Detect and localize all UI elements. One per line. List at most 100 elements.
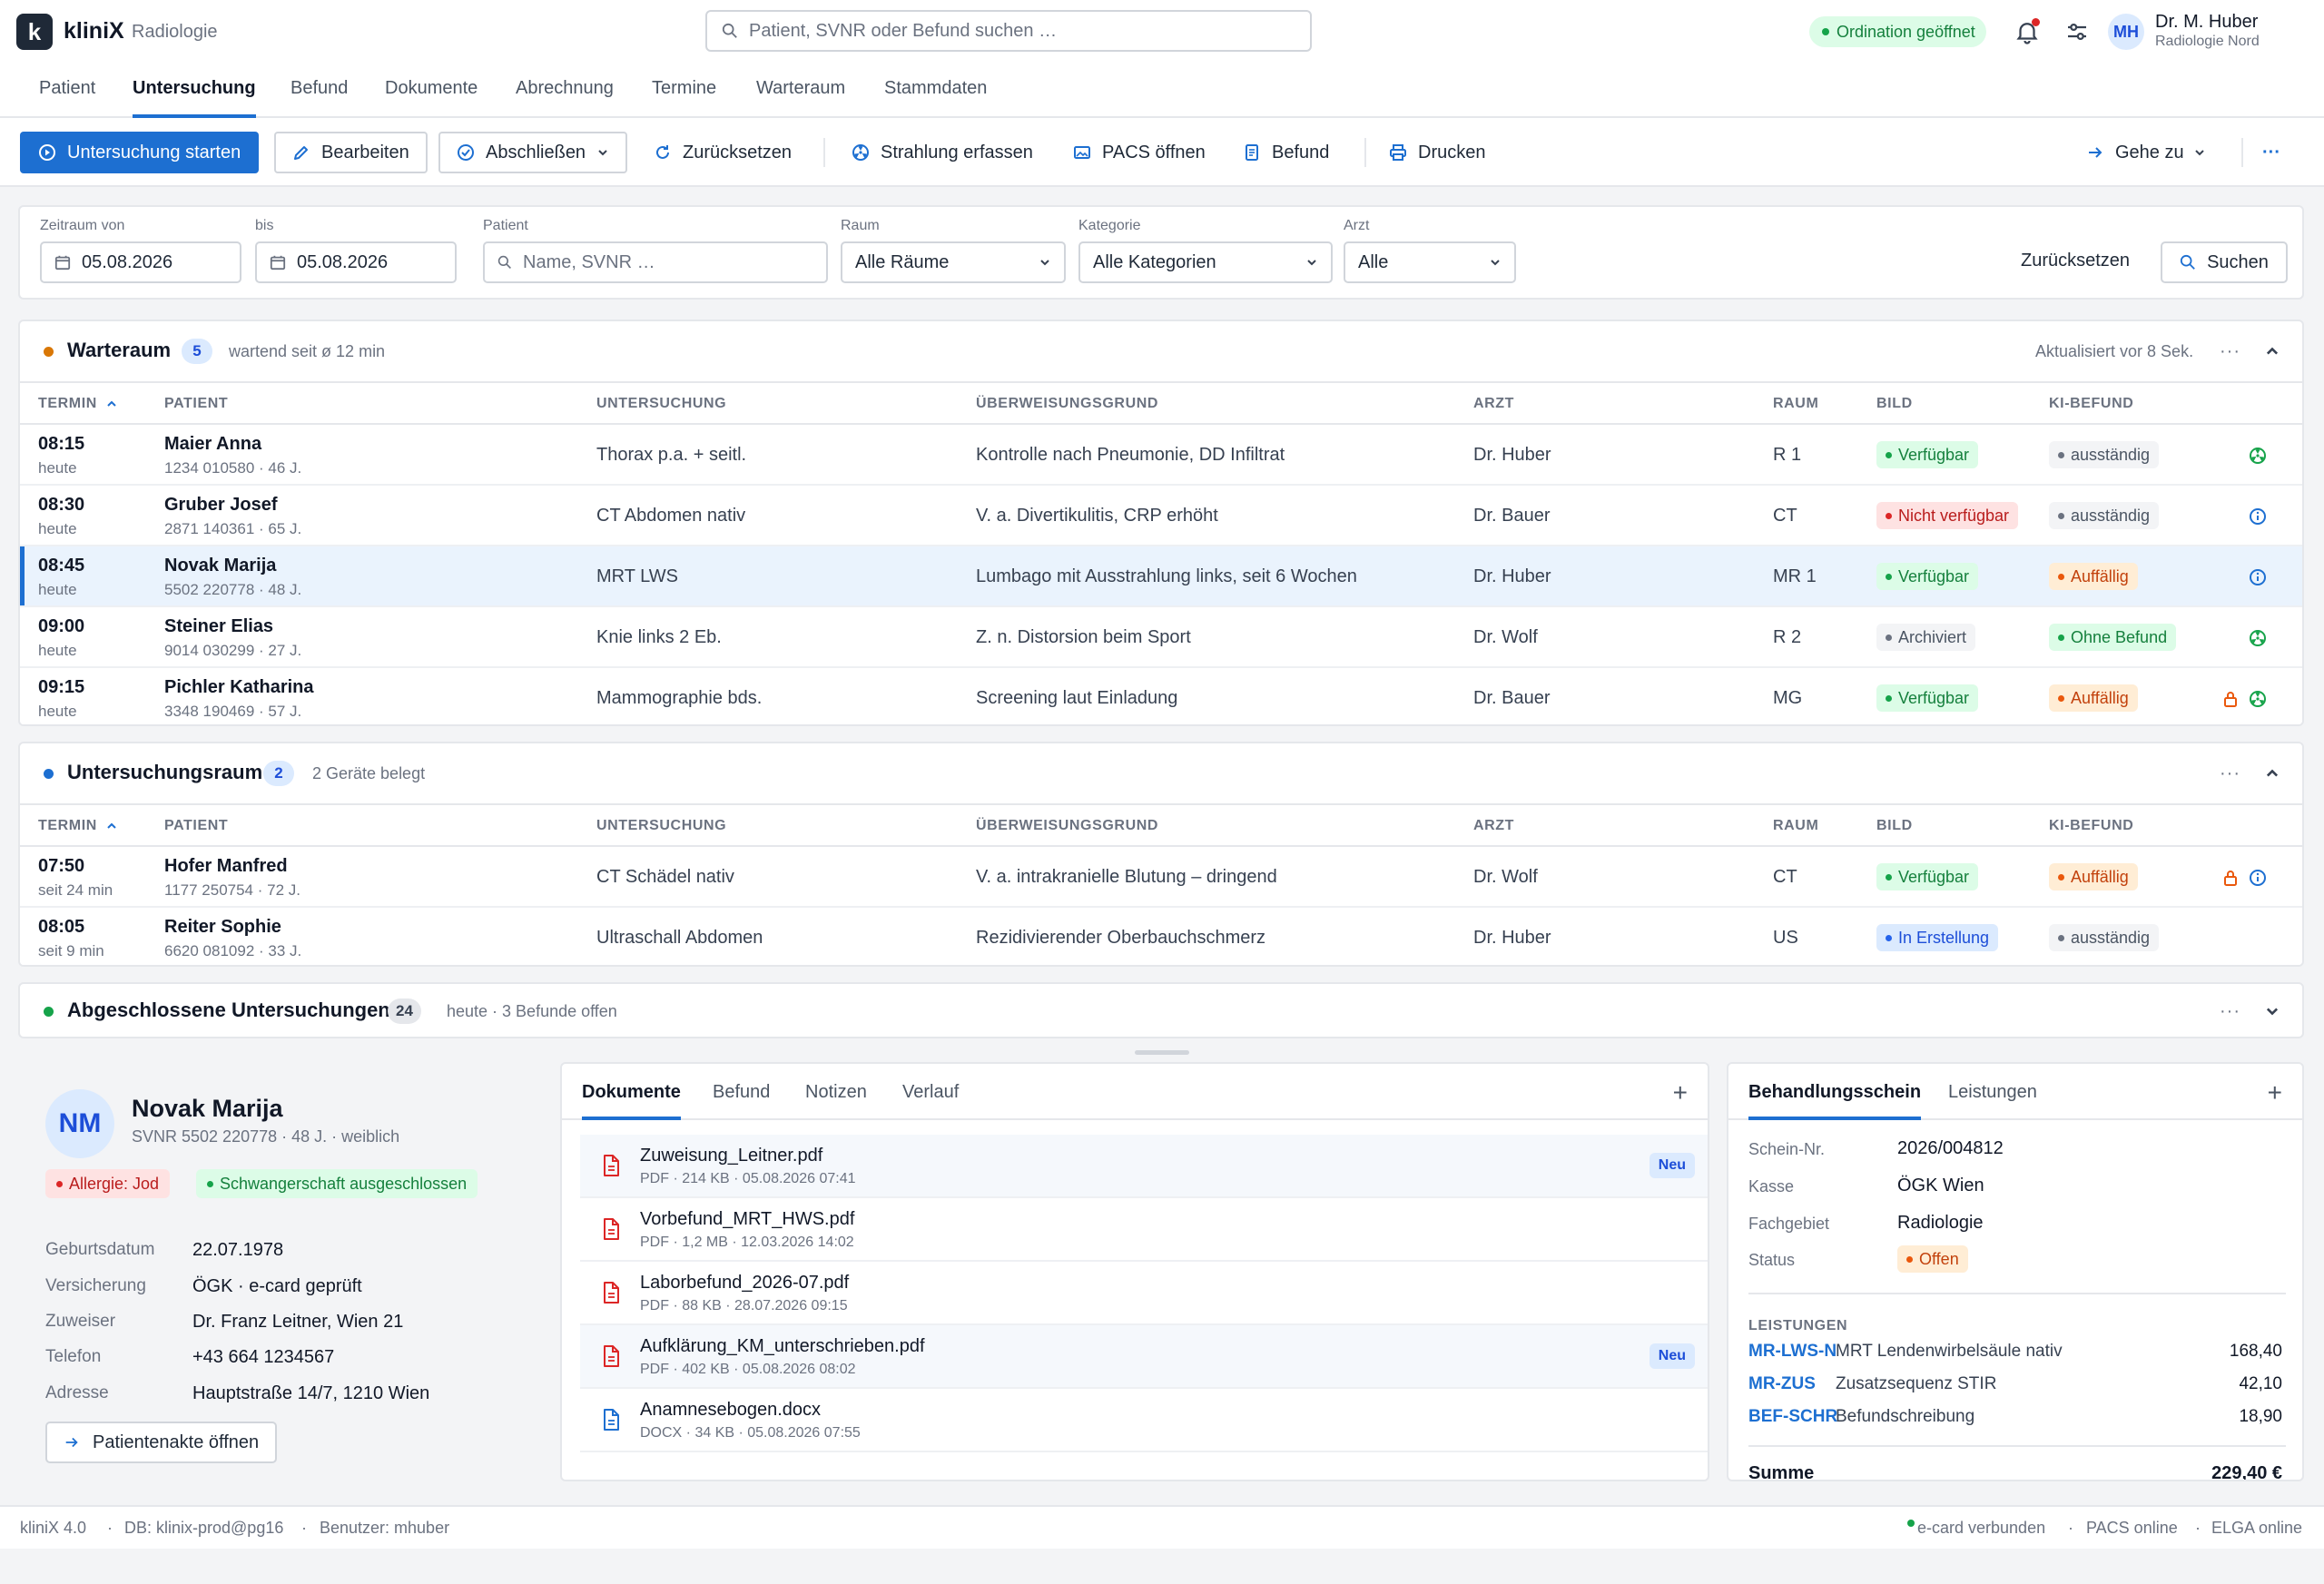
resize-handle[interactable] — [1135, 1050, 1189, 1055]
chevron-down-icon[interactable] — [2264, 1003, 2280, 1019]
col-arzt[interactable]: ARZT — [1473, 818, 1514, 834]
chevron-up-icon[interactable] — [2264, 765, 2280, 782]
lock-icon[interactable] — [2221, 690, 2240, 708]
document-item[interactable]: Laborbefund_2026-07.pdf PDF · 88 KB · 28.… — [580, 1262, 1708, 1325]
col-bild[interactable]: BILD — [1876, 818, 1913, 834]
edit-button[interactable]: Bearbeiten — [274, 132, 428, 173]
patient-name[interactable]: Reiter Sophie — [164, 917, 281, 938]
exam-room-header[interactable]: Untersuchungsraum 2 2 Geräte belegt ··· — [20, 743, 2302, 803]
patient-name[interactable]: Maier Anna — [164, 434, 261, 455]
col-ki[interactable]: KI-BEFUND — [2049, 818, 2133, 834]
tab-treatment-voucher[interactable]: Behandlungsschein — [1748, 1082, 1922, 1120]
patient-name[interactable]: Steiner Elias — [164, 616, 273, 637]
tab-abrechnung[interactable]: Abrechnung — [516, 78, 614, 118]
table-row[interactable]: 08:45 heute Novak Marija 5502 220778 · 48 J… — [20, 546, 2302, 607]
tab-services[interactable]: Leistungen — [1948, 1082, 2037, 1120]
tab-history[interactable]: Verlauf — [902, 1082, 959, 1120]
patient-name[interactable]: Pichler Katharina — [164, 677, 314, 698]
col-untersuchung[interactable]: UNTERSUCHUNG — [596, 818, 726, 834]
tab-befund[interactable]: Befund — [290, 78, 348, 118]
panel-more-button[interactable]: ··· — [2220, 341, 2240, 362]
print-button[interactable]: Drucken — [1389, 132, 1485, 173]
finish-dropdown-button[interactable]: Abschließen — [438, 132, 628, 173]
table-row[interactable]: 07:50 seit 24 min Hofer Manfred 1177 250754… — [20, 847, 2302, 908]
pacs-button[interactable]: PACS öffnen — [1073, 132, 1206, 173]
col-raum[interactable]: RAUM — [1773, 396, 1818, 412]
goto-dropdown-button[interactable]: Gehe zu — [2086, 132, 2206, 173]
col-patient[interactable]: PATIENT — [164, 818, 228, 834]
col-termin[interactable]: TERMIN — [38, 396, 117, 412]
document-item[interactable]: Zuweisung_Leitner.pdf PDF · 214 KB · 05.0… — [580, 1135, 1708, 1198]
patient-name[interactable]: Novak Marija — [164, 556, 276, 576]
date-to-input[interactable]: 05.08.2026 — [255, 241, 457, 283]
completed-panel[interactable]: Abgeschlossene Untersuchungen 24 heute ·… — [18, 982, 2304, 1038]
report-button[interactable]: Befund — [1243, 132, 1329, 173]
radiation-icon[interactable] — [2249, 690, 2267, 708]
add-service-button[interactable]: + — [2268, 1078, 2282, 1107]
radiation-button[interactable]: Strahlung erfassen — [852, 132, 1033, 173]
tab-report[interactable]: Befund — [713, 1082, 770, 1120]
service-code[interactable]: MR-LWS-N — [1748, 1342, 1837, 1362]
patient-filter-input[interactable]: Name, SVNR … — [483, 241, 828, 283]
table-row[interactable]: 09:00 heute Steiner Elias 9014 030299 · 27 … — [20, 607, 2302, 668]
tab-patient[interactable]: Patient — [39, 78, 95, 118]
lock-icon[interactable] — [2221, 869, 2240, 887]
table-row[interactable]: 08:15 heute Maier Anna 1234 010580 · 46 J. T… — [20, 425, 2302, 486]
reset-button[interactable]: Zurücksetzen — [654, 132, 792, 173]
tab-stammdaten[interactable]: Stammdaten — [884, 78, 987, 118]
radiation-icon[interactable] — [2249, 447, 2267, 465]
table-row[interactable]: 09:15 heute Pichler Katharina 3348 190469 ·… — [20, 668, 2302, 724]
tab-dokumente[interactable]: Dokumente — [385, 78, 478, 118]
info-icon[interactable] — [2249, 507, 2267, 526]
document-item[interactable]: Vorbefund_MRT_HWS.pdf PDF · 1,2 MB · 12.0… — [580, 1198, 1708, 1262]
completed-header[interactable]: Abgeschlossene Untersuchungen 24 heute ·… — [20, 984, 2302, 1037]
radiation-icon[interactable] — [2249, 629, 2267, 647]
start-exam-button[interactable]: Untersuchung starten — [20, 132, 260, 173]
col-raum[interactable]: RAUM — [1773, 818, 1818, 834]
open-patient-record-button[interactable]: Patientenakte öffnen — [45, 1422, 278, 1463]
patient-name[interactable]: Gruber Josef — [164, 495, 277, 516]
tab-notes[interactable]: Notizen — [805, 1082, 867, 1120]
chevron-up-icon[interactable] — [2264, 343, 2280, 359]
user-avatar[interactable]: MH — [2108, 14, 2144, 50]
patient-name[interactable]: Hofer Manfred — [164, 856, 288, 877]
col-ki[interactable]: KI-BEFUND — [2049, 396, 2133, 412]
panel-more-button[interactable]: ··· — [2220, 763, 2240, 784]
doctor-select[interactable]: Alle — [1344, 241, 1516, 283]
col-grund[interactable]: ÜBERWEISUNGSGRUND — [976, 818, 1158, 834]
col-patient[interactable]: PATIENT — [164, 396, 228, 412]
ordination-status-badge[interactable]: Ordination geöffnet — [1809, 16, 1986, 47]
document-item[interactable]: Aufklärung_KM_unterschrieben.pdf PDF · 40… — [580, 1325, 1708, 1389]
room-select[interactable]: Alle Räume — [841, 241, 1066, 283]
document-item[interactable]: Anamnesebogen.docx DOCX · 34 KB · 05.08.2… — [580, 1389, 1708, 1452]
app-logo[interactable]: k — [16, 14, 53, 50]
tab-termine[interactable]: Termine — [652, 78, 716, 118]
col-grund[interactable]: ÜBERWEISUNGSGRUND — [976, 396, 1158, 412]
global-search-input[interactable] — [749, 20, 1294, 42]
tab-untersuchung[interactable]: Untersuchung — [133, 78, 256, 118]
category-select[interactable]: Alle Kategorien — [1078, 241, 1333, 283]
col-untersuchung[interactable]: UNTERSUCHUNG — [596, 396, 726, 412]
more-actions-button[interactable]: ··· — [2262, 132, 2280, 173]
settings-sliders-icon[interactable] — [2063, 18, 2091, 45]
user-name[interactable]: Dr. M. Huber — [2155, 12, 2258, 33]
global-search[interactable] — [705, 10, 1312, 52]
col-termin[interactable]: TERMIN — [38, 818, 117, 834]
info-icon[interactable] — [2249, 869, 2267, 887]
tab-warteraum[interactable]: Warteraum — [756, 78, 845, 118]
service-code[interactable]: MR-ZUS — [1748, 1374, 1816, 1394]
panel-more-button[interactable]: ··· — [2220, 1001, 2240, 1022]
filter-search-button[interactable]: Suchen — [2161, 241, 2288, 283]
filter-reset-button[interactable]: Zurücksetzen — [2021, 251, 2130, 271]
col-arzt[interactable]: ARZT — [1473, 396, 1514, 412]
table-row[interactable]: 08:30 heute Gruber Josef 2871 140361 · 65 J… — [20, 486, 2302, 546]
service-code[interactable]: BEF-SCHR — [1748, 1407, 1837, 1427]
col-bild[interactable]: BILD — [1876, 396, 1913, 412]
waiting-room-header[interactable]: Warteraum 5 wartend seit ø 12 min Aktual… — [20, 321, 2302, 381]
table-row[interactable]: 08:05 seit 9 min Reiter Sophie 6620 081092 … — [20, 908, 2302, 965]
printer-icon — [1390, 144, 1406, 161]
add-document-button[interactable]: + — [1673, 1078, 1688, 1107]
info-icon[interactable] — [2249, 568, 2267, 586]
tab-documents[interactable]: Dokumente — [582, 1082, 681, 1120]
date-from-input[interactable]: 05.08.2026 — [40, 241, 241, 283]
